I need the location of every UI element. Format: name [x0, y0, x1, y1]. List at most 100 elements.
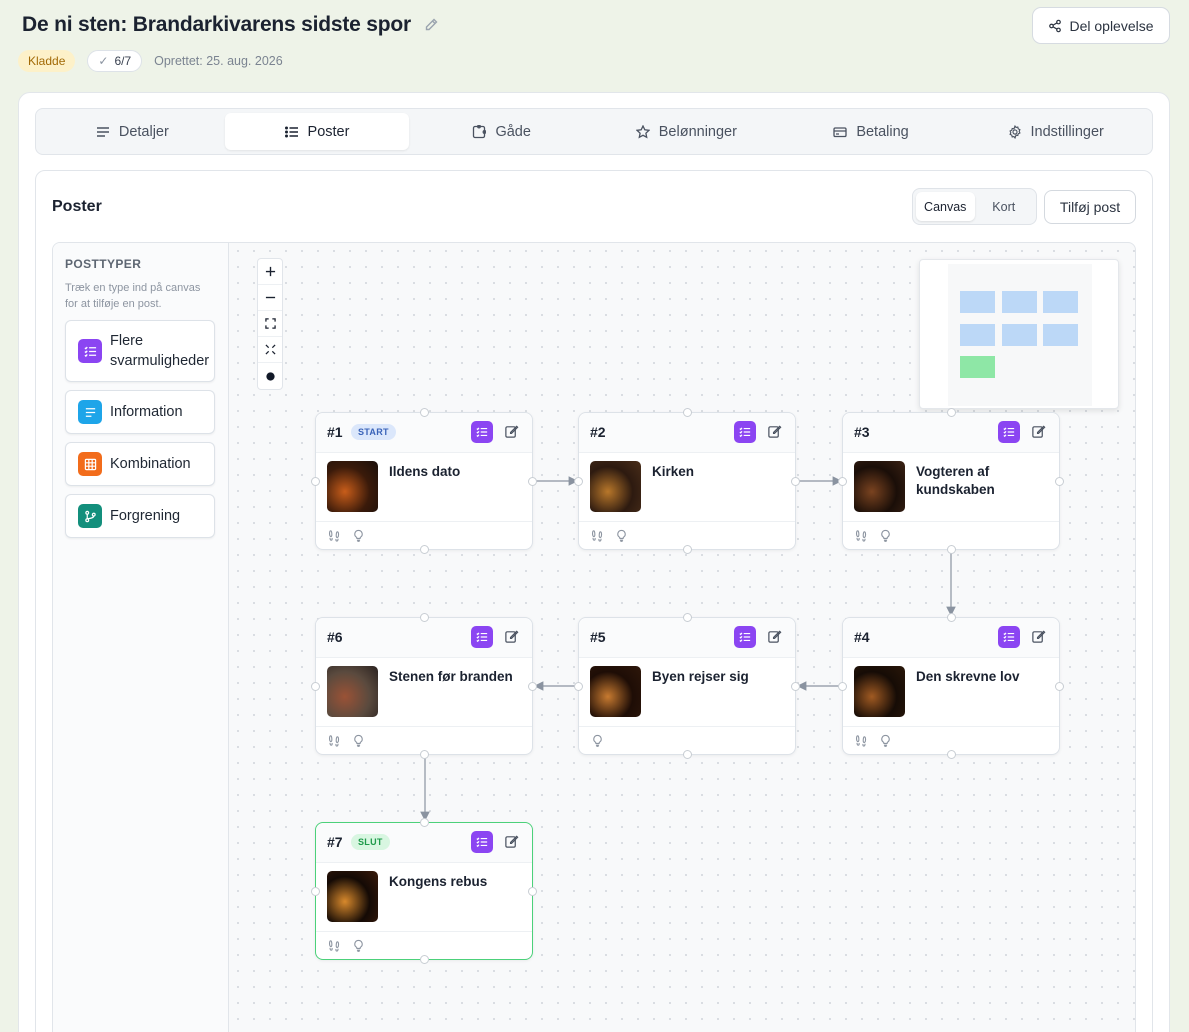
footprints-icon	[855, 735, 867, 747]
section-title: Poster	[52, 198, 102, 215]
node-title: Byen rejser sig	[652, 669, 749, 684]
view-cards-option[interactable]: Kort	[975, 192, 1034, 221]
handle-top[interactable]	[420, 613, 429, 622]
handle-bottom[interactable]	[947, 750, 956, 759]
pencil-icon[interactable]	[423, 17, 439, 33]
post-node[interactable]: #6 Stenen før branden	[311, 613, 537, 759]
view-toggle: Canvas Kort	[912, 188, 1037, 225]
handle-left[interactable]	[311, 477, 320, 486]
tab-settings[interactable]: Indstillinger	[963, 113, 1148, 150]
tab-puzzle[interactable]: Gåde	[409, 113, 594, 150]
tab-payment[interactable]: Betaling	[779, 113, 964, 150]
node-number: #3	[854, 424, 870, 440]
lightbulb-icon	[881, 529, 890, 542]
handle-bottom[interactable]	[683, 750, 692, 759]
post-node[interactable]: #7 SLUT Kongens rebus	[311, 818, 537, 964]
puzzle-icon	[473, 124, 487, 138]
handle-top[interactable]	[947, 613, 956, 622]
node-title: Stenen før branden	[389, 669, 513, 684]
checklist-icon[interactable]	[471, 831, 493, 853]
handle-left[interactable]	[574, 682, 583, 691]
edit-icon[interactable]	[1031, 629, 1046, 644]
handle-left[interactable]	[311, 887, 320, 896]
node-number: #7	[327, 834, 343, 850]
handle-right[interactable]	[1055, 477, 1064, 486]
handle-top[interactable]	[420, 408, 429, 417]
node-image	[327, 461, 378, 512]
tab-bar: Detaljer Poster Gåde Belønninger Betalin…	[35, 108, 1153, 155]
lightbulb-icon	[593, 734, 602, 747]
node-header	[579, 618, 795, 658]
handle-right[interactable]	[528, 887, 537, 896]
node-header	[316, 823, 532, 863]
lightbulb-icon	[881, 734, 890, 747]
checklist-icon[interactable]	[998, 421, 1020, 443]
handle-top[interactable]	[683, 613, 692, 622]
node-header	[843, 413, 1059, 453]
tab-details[interactable]: Detaljer	[40, 113, 225, 150]
post-node[interactable]: #4 Den skrevne lov	[838, 613, 1064, 759]
handle-bottom[interactable]	[683, 545, 692, 554]
node-badge: SLUT	[351, 834, 390, 850]
node-badge: START	[351, 424, 396, 440]
node-image	[327, 871, 378, 922]
handle-top[interactable]	[420, 818, 429, 827]
checklist-icon[interactable]	[471, 626, 493, 648]
tab-rewards[interactable]: Belønninger	[594, 113, 779, 150]
edit-icon[interactable]	[504, 629, 519, 644]
checklist-icon[interactable]	[998, 626, 1020, 648]
footprints-icon	[591, 530, 603, 542]
tab-label: Indstillinger	[1030, 123, 1104, 140]
node-image	[854, 666, 905, 717]
checklist-icon[interactable]	[734, 421, 756, 443]
handle-right[interactable]	[791, 682, 800, 691]
handle-bottom[interactable]	[420, 545, 429, 554]
node-title: Vogteren af kundskaben	[916, 464, 995, 497]
node-header	[316, 413, 532, 453]
checklist-icon[interactable]	[471, 421, 493, 443]
handle-left[interactable]	[838, 682, 847, 691]
handle-right[interactable]	[791, 477, 800, 486]
node-title: Den skrevne lov	[916, 669, 1020, 684]
handle-left[interactable]	[574, 477, 583, 486]
edit-icon[interactable]	[767, 424, 782, 439]
node-header	[579, 413, 795, 453]
handle-bottom[interactable]	[420, 955, 429, 964]
node-header	[316, 618, 532, 658]
page-title-row: De ni sten: Brandarkivarens sidste spor	[22, 13, 439, 37]
edit-icon[interactable]	[504, 424, 519, 439]
handle-right[interactable]	[1055, 682, 1064, 691]
card-icon	[833, 126, 847, 137]
checklist-icon[interactable]	[734, 626, 756, 648]
handle-right[interactable]	[528, 682, 537, 691]
node-title: Kirken	[652, 464, 695, 479]
lightbulb-icon	[354, 529, 363, 542]
handle-bottom[interactable]	[947, 545, 956, 554]
handle-right[interactable]	[528, 477, 537, 486]
node-image	[854, 461, 905, 512]
edit-icon[interactable]	[1031, 424, 1046, 439]
handle-top[interactable]	[683, 408, 692, 417]
tab-posts[interactable]: Poster	[224, 113, 410, 150]
star-icon	[635, 124, 650, 139]
handle-top[interactable]	[947, 408, 956, 417]
share-label: Del oplevelse	[1069, 17, 1154, 34]
lines-icon	[96, 126, 109, 137]
share-button[interactable]: Del oplevelse	[1032, 7, 1170, 44]
view-canvas-option[interactable]: Canvas	[916, 192, 975, 221]
node-header	[843, 618, 1059, 658]
add-post-button[interactable]: Tilføj post	[1044, 190, 1136, 224]
footprints-icon	[855, 530, 867, 542]
handle-left[interactable]	[838, 477, 847, 486]
edit-icon[interactable]	[767, 629, 782, 644]
handle-left[interactable]	[311, 682, 320, 691]
meta-row: Kladde ✓ 6/7 Oprettet: 25. aug. 2026	[18, 50, 283, 72]
page-title: De ni sten: Brandarkivarens sidste spor	[22, 13, 412, 36]
progress-badge: ✓ 6/7	[87, 50, 143, 72]
post-node[interactable]: #5 Byen rejser sig	[574, 613, 800, 759]
edit-icon[interactable]	[504, 834, 519, 849]
post-node[interactable]: #1 START Ildens dato	[311, 408, 537, 554]
post-node[interactable]: #3 Vogteren af kundskaben	[838, 408, 1064, 554]
post-node[interactable]: #2 Kirken	[574, 408, 800, 554]
handle-bottom[interactable]	[420, 750, 429, 759]
